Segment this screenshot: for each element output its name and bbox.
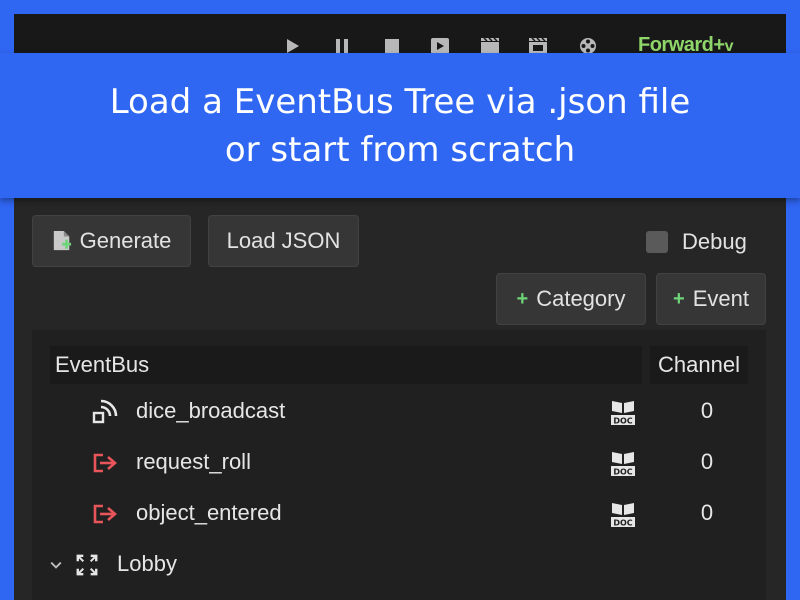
tree-category-label: Lobby bbox=[117, 551, 177, 576]
add-category-button[interactable]: + Category bbox=[496, 273, 646, 325]
tree-row-label: dice_broadcast bbox=[136, 398, 286, 423]
signal-out-icon bbox=[92, 501, 118, 527]
channel-value: 0 bbox=[700, 398, 714, 423]
tree-row-object-entered[interactable]: object_entered DOC 0 bbox=[32, 489, 766, 540]
banner-line-2: or start from scratch bbox=[224, 129, 576, 170]
tree-row-request-roll[interactable]: request_roll DOC 0 bbox=[32, 438, 766, 489]
channel-value: 0 bbox=[700, 500, 714, 525]
svg-text:DOC: DOC bbox=[613, 468, 632, 477]
tree-category-lobby[interactable]: Lobby bbox=[32, 540, 766, 591]
add-event-label: Event bbox=[692, 286, 749, 311]
debug-label: Debug bbox=[682, 229, 747, 254]
plus-icon: + bbox=[673, 287, 685, 310]
doc-icon[interactable]: DOC bbox=[610, 501, 636, 529]
channel-value: 0 bbox=[700, 449, 714, 474]
expand-icon bbox=[74, 552, 100, 578]
doc-icon[interactable]: DOC bbox=[610, 450, 636, 478]
eventbus-tree[interactable]: EventBus Channel dice_broadcast DOC 0 re… bbox=[32, 330, 766, 600]
add-event-button[interactable]: + Event bbox=[656, 273, 766, 325]
generate-button[interactable]: Generate bbox=[32, 215, 191, 267]
column-header-eventbus[interactable]: EventBus bbox=[50, 346, 642, 384]
debug-checkbox[interactable] bbox=[646, 231, 668, 253]
tree-row-label: object_entered bbox=[136, 500, 282, 525]
eventbus-panel: Generate Load JSON Debug + Category + Ev… bbox=[14, 198, 786, 600]
tree-row-dice-broadcast[interactable]: dice_broadcast DOC 0 bbox=[32, 387, 766, 438]
column-header-channel[interactable]: Channel bbox=[650, 346, 748, 384]
generate-label: Generate bbox=[79, 228, 172, 253]
plus-icon: + bbox=[516, 287, 529, 310]
debug-toggle[interactable]: Debug bbox=[646, 228, 747, 256]
svg-text:DOC: DOC bbox=[613, 519, 632, 528]
add-category-label: Category bbox=[536, 286, 626, 311]
banner-line-1: Load a EventBus Tree via .json file bbox=[109, 81, 691, 122]
doc-icon[interactable]: DOC bbox=[610, 399, 636, 427]
new-file-icon bbox=[53, 231, 71, 251]
chevron-down-icon[interactable] bbox=[46, 554, 66, 576]
title-banner: Load a EventBus Tree via .json file or s… bbox=[0, 53, 800, 198]
tree-row-label: request_roll bbox=[136, 449, 251, 474]
svg-text:DOC: DOC bbox=[613, 417, 632, 426]
load-json-button[interactable]: Load JSON bbox=[208, 215, 359, 267]
broadcast-icon bbox=[92, 399, 118, 425]
signal-out-icon bbox=[92, 450, 118, 476]
load-json-label: Load JSON bbox=[226, 228, 341, 253]
